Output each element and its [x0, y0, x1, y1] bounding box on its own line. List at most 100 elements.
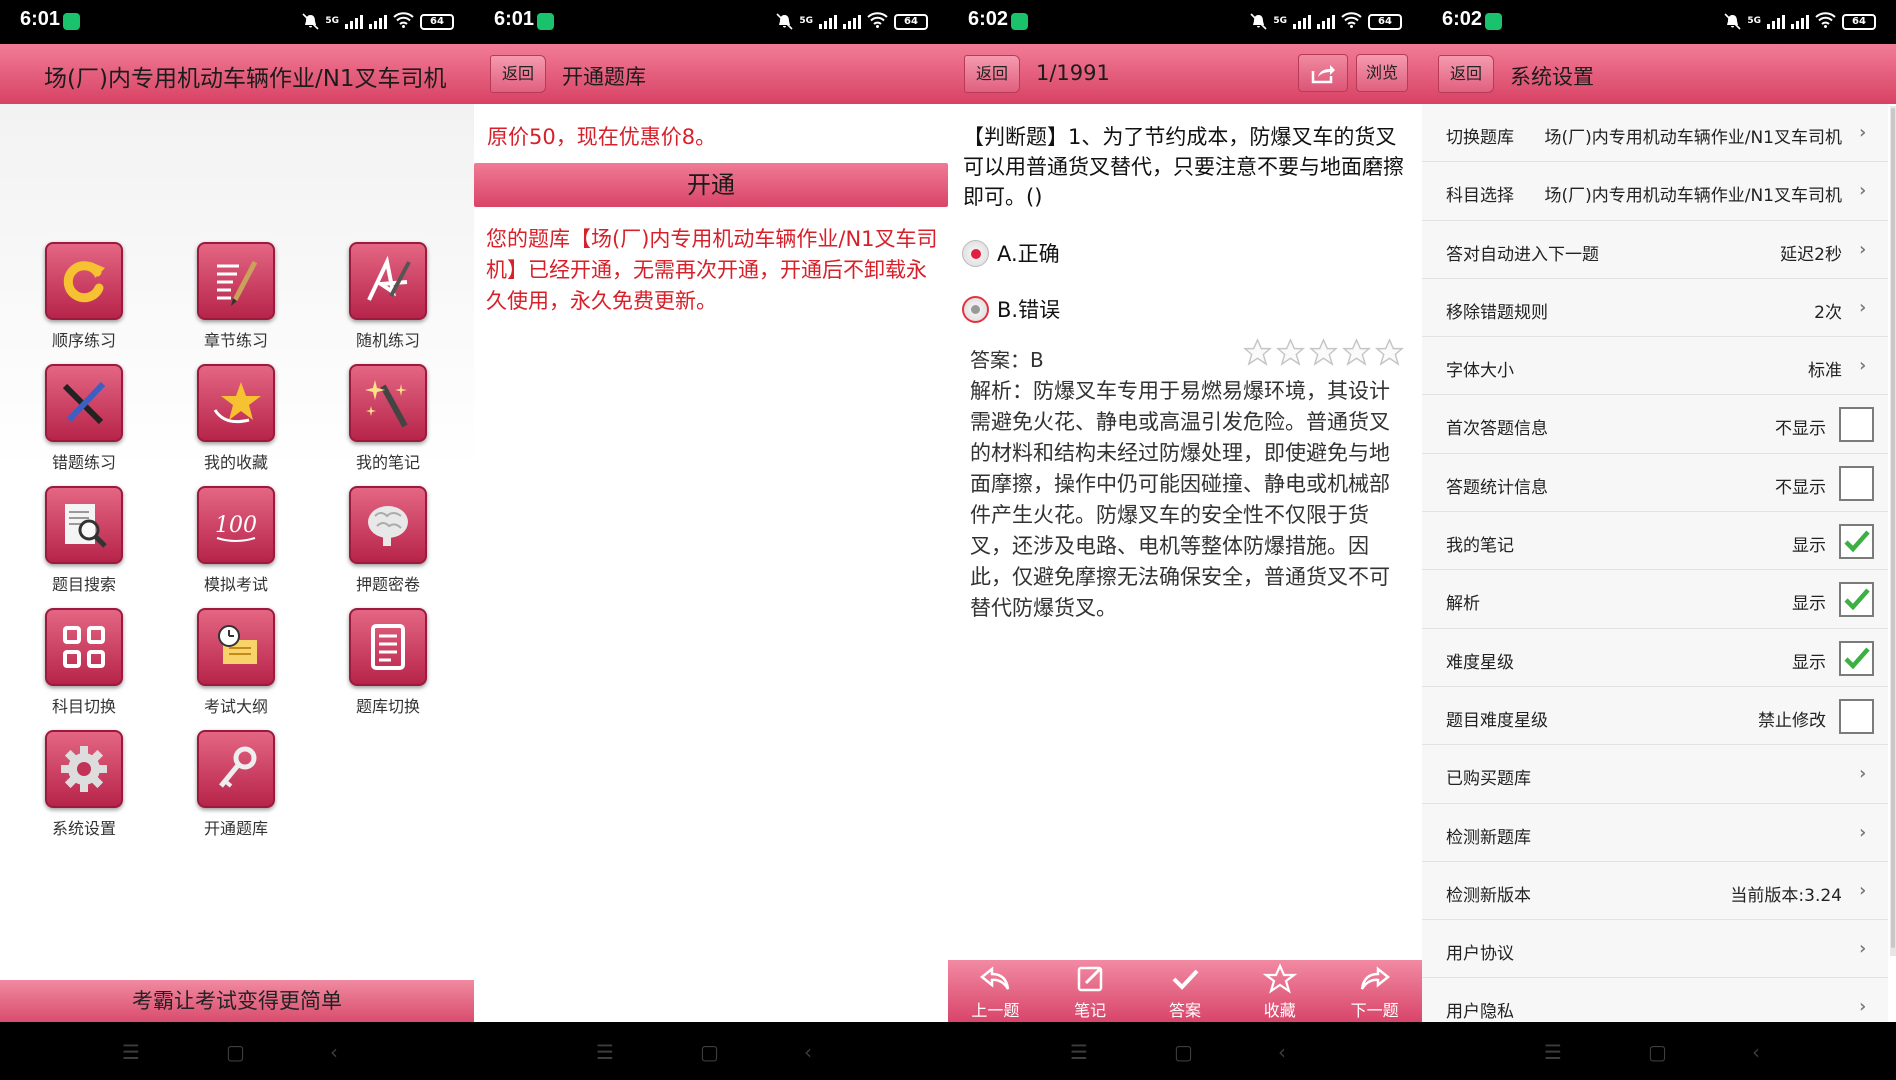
chevron-right-icon: ›: [1857, 180, 1868, 202]
mute-icon: [1724, 13, 1741, 30]
settings-row-value: 不显示: [1775, 477, 1826, 498]
star-outline-icon[interactable]: [1276, 338, 1305, 367]
grid-item-open-bank[interactable]: 开通题库: [176, 730, 296, 848]
slogan-banner: 考霸让考试变得更简单: [0, 980, 474, 1022]
gear-icon: [61, 746, 107, 792]
battery-icon: 64: [420, 13, 454, 30]
settings-row[interactable]: 检测新题库 ›: [1422, 803, 1888, 862]
analysis-text: 解析：防爆叉车专用于易燃易爆环境，其设计需避免火花、静电或高温引发危险。普通货叉…: [970, 379, 1390, 620]
answer-text: 答案：B: [970, 348, 1044, 372]
browse-button[interactable]: 浏览: [1356, 54, 1408, 92]
battery-icon: 64: [894, 13, 928, 30]
settings-checkbox[interactable]: [1839, 582, 1874, 618]
status-bar: 6:01 5G 64: [474, 0, 948, 44]
prev-question-button[interactable]: 上一题: [955, 960, 1035, 1022]
signal-icon: [345, 14, 363, 29]
favorite-button[interactable]: 收藏: [1240, 960, 1320, 1022]
brain-icon: [368, 506, 408, 546]
settings-list: 切换题库 场(厂)内专用机动车辆作业/N1叉车司机 › 科目选择 场(厂)内专用机动车辆…: [1422, 104, 1888, 1022]
random-pen-icon: [367, 255, 411, 301]
difficulty-stars[interactable]: [1243, 338, 1404, 367]
settings-row-label: 题目难度星级: [1446, 710, 1548, 731]
home-nav-icon[interactable]: ▢: [1648, 1040, 1667, 1064]
option-a[interactable]: A.正确: [962, 236, 1060, 270]
grid-item-random-practice[interactable]: 随机练习: [328, 242, 448, 360]
settings-row[interactable]: 字体大小 标准 ›: [1422, 337, 1888, 396]
system-nav-bar: ☰ ▢ ‹: [0, 1022, 474, 1080]
open-button[interactable]: 开通: [474, 163, 948, 207]
next-question-button[interactable]: 下一题: [1335, 960, 1415, 1022]
radio-a[interactable]: [962, 239, 989, 267]
back-nav-icon[interactable]: ‹: [330, 1040, 338, 1064]
checkmark-icon: [1172, 969, 1199, 990]
note-button[interactable]: 笔记: [1050, 960, 1130, 1022]
mute-icon: [302, 13, 319, 30]
undo-arrow-icon: [980, 966, 1010, 990]
grid-item-subject-switch[interactable]: 科目切换: [24, 608, 144, 726]
back-nav-icon[interactable]: ‹: [804, 1040, 812, 1064]
settings-row[interactable]: 题目难度星级 禁止修改: [1422, 686, 1888, 746]
settings-row[interactable]: 切换题库 场(厂)内专用机动车辆作业/N1叉车司机 ›: [1422, 104, 1888, 163]
settings-row-label: 解析: [1446, 594, 1480, 615]
radio-b[interactable]: [962, 295, 989, 323]
settings-checkbox[interactable]: [1839, 465, 1874, 501]
menu-nav-icon[interactable]: ☰: [1070, 1040, 1088, 1064]
status-bar: 6:02 5G 64: [948, 0, 1422, 44]
settings-row[interactable]: 已购买题库 ›: [1422, 745, 1888, 804]
settings-checkbox[interactable]: [1839, 640, 1874, 676]
settings-checkbox[interactable]: [1839, 407, 1874, 443]
question-toolbar: 上一题 笔记 答案 收藏 下一题: [948, 960, 1422, 1022]
grid-item-question-search[interactable]: 题目搜索: [24, 486, 144, 604]
grid-item-system-settings[interactable]: 系统设置: [24, 730, 144, 848]
search-list-icon: [65, 504, 107, 548]
grid-item-chapter-practice[interactable]: 章节练习: [176, 242, 296, 360]
star-outline-icon[interactable]: [1342, 338, 1371, 367]
settings-screen: 6:02 5G 64 返回 系统设置 切换题库 场(厂)内专用机动车辆作业/N1叉…: [1422, 0, 1896, 1080]
option-label: B.错误: [997, 298, 1061, 322]
grid-item-my-favorites[interactable]: 我的收藏: [176, 364, 296, 482]
back-button[interactable]: 返回: [1438, 55, 1494, 93]
settings-row[interactable]: 答题统计信息 不显示: [1422, 453, 1888, 513]
settings-row[interactable]: 答对自动进入下一题 延迟2秒 ›: [1422, 220, 1888, 279]
settings-row[interactable]: 难度星级 显示: [1422, 628, 1888, 687]
settings-row[interactable]: 首次答题信息 不显示: [1422, 395, 1888, 454]
settings-row[interactable]: 检测新版本 当前版本:3.24 ›: [1422, 861, 1888, 921]
home-nav-icon[interactable]: ▢: [1174, 1040, 1193, 1064]
settings-row[interactable]: 移除错题规则 2次 ›: [1422, 278, 1888, 338]
grid-label: 章节练习: [203, 331, 268, 350]
settings-row[interactable]: 用户隐私 ›: [1422, 978, 1888, 1022]
settings-row[interactable]: 科目选择 场(厂)内专用机动车辆作业/N1叉车司机 ›: [1422, 162, 1888, 221]
grid-item-bank-switch[interactable]: 题库切换: [328, 608, 448, 726]
grid-item-wrong-practice[interactable]: 错题练习: [24, 364, 144, 482]
option-b[interactable]: B.错误: [962, 292, 1060, 326]
settings-checkbox[interactable]: [1839, 524, 1874, 560]
menu-nav-icon[interactable]: ☰: [596, 1040, 614, 1064]
settings-row[interactable]: 用户协议 ›: [1422, 920, 1888, 979]
star-outline-icon[interactable]: [1375, 338, 1404, 367]
menu-nav-icon[interactable]: ☰: [122, 1040, 140, 1064]
grid-item-my-notes[interactable]: 我的笔记: [328, 364, 448, 482]
grid-item-predicted-paper[interactable]: 押题密卷: [328, 486, 448, 604]
back-nav-icon[interactable]: ‹: [1752, 1040, 1760, 1064]
settings-checkbox[interactable]: [1839, 698, 1874, 734]
scrollbar-thumb[interactable]: [1891, 108, 1895, 948]
back-nav-icon[interactable]: ‹: [1278, 1040, 1286, 1064]
back-button[interactable]: 返回: [964, 55, 1020, 93]
star-outline-icon[interactable]: [1309, 338, 1338, 367]
settings-row[interactable]: 解析 显示: [1422, 570, 1888, 629]
star-outline-icon[interactable]: [1243, 338, 1272, 367]
home-nav-icon[interactable]: ▢: [700, 1040, 719, 1064]
answer-button[interactable]: 答案: [1145, 960, 1225, 1022]
grid-item-mock-exam[interactable]: 100 模拟考试: [176, 486, 296, 604]
menu-nav-icon[interactable]: ☰: [1544, 1040, 1562, 1064]
app-notification-icon: [1485, 13, 1502, 30]
back-button[interactable]: 返回: [490, 55, 546, 93]
home-nav-icon[interactable]: ▢: [226, 1040, 245, 1064]
grid-label: 科目切换: [51, 697, 116, 716]
grid-item-exam-syllabus[interactable]: 考试大纲: [176, 608, 296, 726]
checkmark-icon: [1844, 588, 1870, 611]
share-button[interactable]: [1298, 54, 1348, 92]
grid-item-sequential-practice[interactable]: 顺序练习: [24, 242, 144, 360]
settings-row[interactable]: 我的笔记 显示: [1422, 512, 1888, 571]
signal-icon-2: [843, 14, 861, 29]
